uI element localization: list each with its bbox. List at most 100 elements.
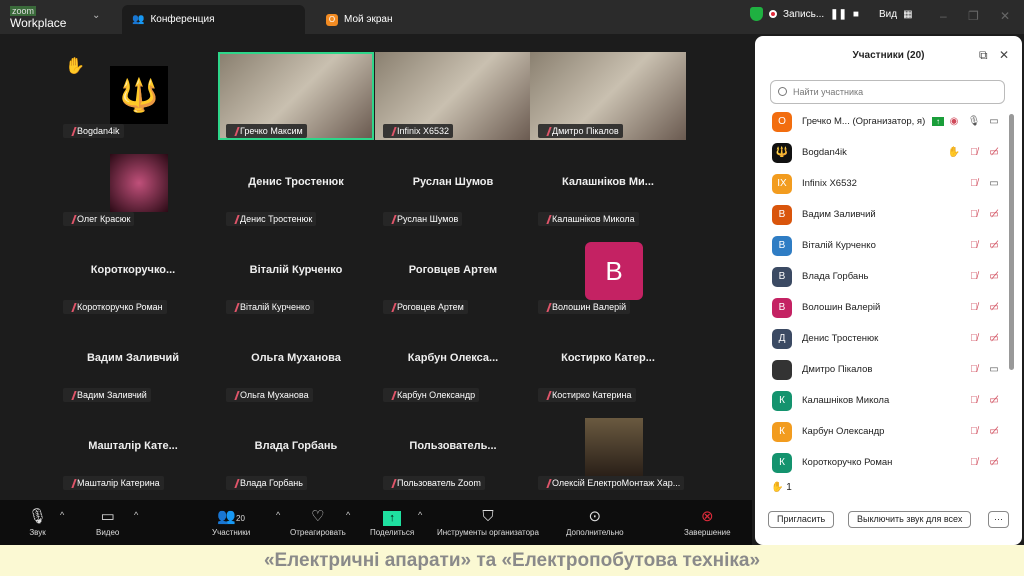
share-caret[interactable]: ^ [418, 510, 422, 520]
share-button[interactable]: ↑ Поделиться [370, 508, 414, 537]
camera-off-icon[interactable]: ▭̸ [984, 240, 1004, 251]
video-tile[interactable]: Карбун Олекса... Карбун Олександр [375, 316, 531, 404]
view-button[interactable]: Вид [879, 9, 897, 20]
camera-off-icon[interactable]: ▭̸ [984, 302, 1004, 313]
camera-off-icon[interactable]: ▭̸ [984, 209, 1004, 220]
mute-all-button[interactable]: Выключить звук для всех [848, 511, 972, 528]
video-tile[interactable]: Влада Горбань Влада Горбань [218, 404, 374, 492]
pause-icon[interactable]: ❚❚ [830, 9, 847, 20]
grid-icon: ▦ [903, 8, 913, 20]
invite-button[interactable]: Пригласить [768, 511, 835, 528]
minimize-icon[interactable]: – [940, 9, 947, 23]
camera-off-icon[interactable]: ▭̸ [984, 426, 1004, 437]
participants-icon: 👥 [132, 14, 145, 25]
maximize-icon[interactable]: ❐ [968, 9, 979, 23]
video-tile[interactable]: В Волошин Валерій [530, 228, 686, 316]
video-tile[interactable]: Пользователь... Пользователь Zoom [375, 404, 531, 492]
video-tile[interactable]: Калашніков Ми... Калашніков Микола [530, 140, 686, 228]
participants-caret[interactable]: ^ [276, 510, 280, 520]
react-caret[interactable]: ^ [346, 510, 350, 520]
avatar-letter: В [585, 242, 643, 300]
participant-avatar: К [772, 421, 792, 442]
video-tile[interactable]: Машталір Кате... Машталір Катерина [55, 404, 211, 492]
popout-icon[interactable]: ⧉ [979, 48, 988, 63]
participant-row[interactable]: Дмитро Пікалов 🎙̸ ▭ [772, 354, 1004, 385]
participant-row[interactable]: К Карбун Олександр 🎙̸ ▭̸ [772, 416, 1004, 447]
mic-muted-icon[interactable]: 🎙̸ [964, 147, 984, 158]
tab-my-screen[interactable]: O Мой экран [316, 5, 393, 34]
participant-row[interactable]: В Віталій Курченко 🎙̸ ▭̸ [772, 230, 1004, 261]
mic-muted-icon[interactable]: 🎙̸ [964, 333, 984, 344]
video-tile[interactable]: Костирко Катер... Костирко Катерина [530, 316, 686, 404]
audio-button[interactable]: 🎙 Звук [28, 508, 47, 537]
video-tile[interactable]: Олег Красюк [55, 140, 211, 228]
tab-conference[interactable]: 👥 Конференция [122, 5, 305, 34]
video-tile[interactable]: Короткоручко... Короткоручко Роман [55, 228, 211, 316]
mic-muted-icon[interactable]: 🎙̸ [964, 209, 984, 220]
participant-row[interactable]: В Влада Горбань 🎙̸ ▭̸ [772, 261, 1004, 292]
microphone-icon[interactable]: 🎙 [964, 116, 984, 127]
mic-muted-icon[interactable]: 🎙̸ [964, 395, 984, 406]
video-tile[interactable]: Роговцев Артем Роговцев Артем [375, 228, 531, 316]
mic-muted-icon[interactable]: 🎙̸ [964, 178, 984, 189]
participant-name-label: Дмитро Пікалов [538, 124, 623, 138]
video-tile[interactable]: Дмитро Пікалов [530, 52, 686, 140]
chevron-down-icon[interactable]: ⌄ [92, 10, 100, 21]
mic-muted-icon[interactable]: 🎙̸ [964, 426, 984, 437]
video-tile[interactable]: Денис Тростенюк Денис Тростенюк [218, 140, 374, 228]
recording-status[interactable]: Запись... ❚❚ ■ Вид ▦ [750, 7, 913, 21]
camera-off-icon[interactable]: ▭̸ [984, 147, 1004, 158]
video-tile[interactable]: Infinix X6532 [375, 52, 531, 140]
video-button[interactable]: ▭ Видео [96, 508, 119, 537]
mic-muted-icon[interactable]: 🎙̸ [964, 271, 984, 282]
participant-name: Карбун Олександр [802, 426, 885, 437]
video-options-caret[interactable]: ^ [134, 510, 138, 520]
close-icon[interactable]: ✕ [1000, 9, 1010, 23]
video-tile[interactable]: Олексій ЕлектроМонтаж Хар... [530, 404, 686, 492]
user-avatar-icon: O [326, 13, 338, 26]
video-tile[interactable]: Гречко Максим [218, 52, 374, 140]
video-tile[interactable]: Ольга Муханова Ольга Муханова [218, 316, 374, 404]
participant-row[interactable]: В Волошин Валерій 🎙̸ ▭̸ [772, 292, 1004, 323]
end-button[interactable]: ⊗ Завершение [684, 508, 731, 537]
video-tile[interactable]: Віталій Курченко Віталій Курченко [218, 228, 374, 316]
camera-off-icon[interactable]: ▭̸ [984, 395, 1004, 406]
more-icon: ⊙ [588, 508, 602, 525]
more-button[interactable]: ⊙ Дополнительно [566, 508, 624, 537]
participant-display-name: Костирко Катер... [561, 352, 655, 364]
camera-icon[interactable]: ▭ [984, 364, 1004, 375]
participant-name: Гречко М... (Организатор, я) [802, 116, 926, 127]
react-button[interactable]: ♡ Отреагировать [290, 508, 346, 537]
camera-off-icon[interactable]: ▭̸ [984, 271, 1004, 282]
mic-muted-icon[interactable]: 🎙̸ [964, 364, 984, 375]
participant-row[interactable]: К Короткоручко Роман 🎙̸ ▭̸ [772, 447, 1004, 478]
video-tile[interactable]: Вадим Заливчий Вадим Заливчий [55, 316, 211, 404]
participant-name-label: Волошин Валерій [538, 300, 631, 314]
audio-options-caret[interactable]: ^ [60, 510, 64, 520]
camera-icon[interactable]: ▭ [984, 178, 1004, 189]
video-tile[interactable]: ✋ 🔱 Bogdan4ik [55, 52, 211, 140]
participant-row[interactable]: О Гречко М... (Организатор, я) ↑ ◉ 🎙 ▭ [772, 106, 1004, 137]
camera-off-icon[interactable]: ▭̸ [984, 333, 1004, 344]
video-tile[interactable]: Руслан Шумов Руслан Шумов [375, 140, 531, 228]
participant-name-label: Денис Тростенюк [226, 212, 317, 226]
participant-row[interactable]: 🔱 Bogdan4ik ✋ 🎙̸ ▭̸ [772, 137, 1004, 168]
more-options-button[interactable]: ··· [988, 511, 1009, 528]
mic-muted-icon[interactable]: 🎙̸ [964, 457, 984, 468]
host-tools-button[interactable]: ⛉ Инструменты организатора [437, 508, 539, 537]
stop-icon[interactable]: ■ [853, 9, 859, 20]
close-icon[interactable]: ✕ [999, 48, 1009, 62]
participant-name-label: Віталій Курченко [226, 300, 314, 314]
participant-row[interactable]: IX Infinix X6532 🎙̸ ▭ [772, 168, 1004, 199]
camera-off-icon[interactable]: ▭̸ [984, 457, 1004, 468]
participant-row[interactable]: К Калашніков Микола 🎙̸ ▭̸ [772, 385, 1004, 416]
mic-muted-icon[interactable]: 🎙̸ [964, 240, 984, 251]
camera-icon[interactable]: ▭ [984, 116, 1004, 127]
mic-muted-icon[interactable]: 🎙̸ [964, 302, 984, 313]
participants-button[interactable]: 👥20 Участники [212, 508, 250, 537]
participant-name-label: Ольга Муханова [226, 388, 313, 402]
participant-row[interactable]: В Вадим Заливчий 🎙̸ ▭̸ [772, 199, 1004, 230]
participant-row[interactable]: Д Денис Тростенюк 🎙̸ ▭̸ [772, 323, 1004, 354]
scrollbar[interactable] [1009, 114, 1014, 370]
participant-search-input[interactable]: Найти участника [770, 80, 1005, 104]
